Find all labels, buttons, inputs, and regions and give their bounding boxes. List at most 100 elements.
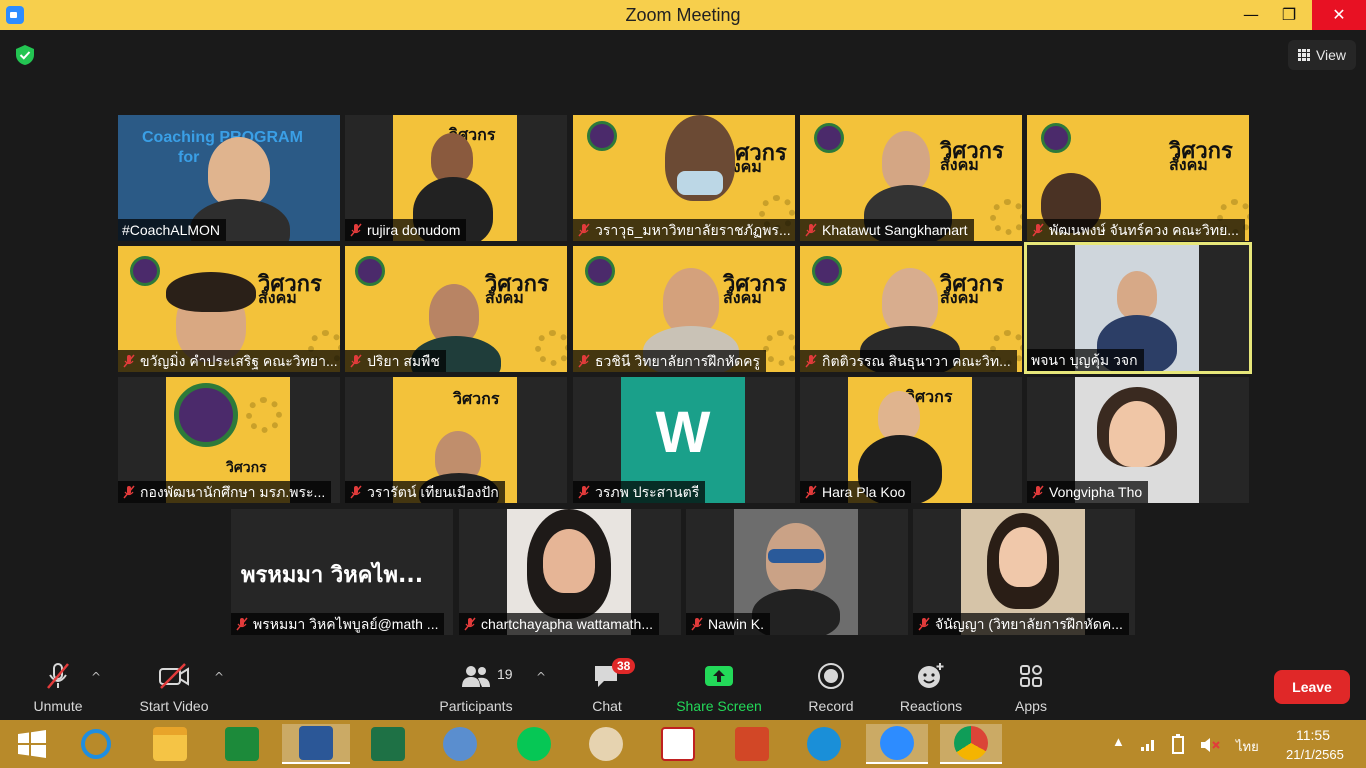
participants-options-caret-icon[interactable]: ^ — [536, 670, 546, 684]
participant-name: ปริยา สมพืช — [367, 353, 440, 369]
participant-name-bar: ขวัญมิ่ง คำประเสริฐ คณะวิทยา... — [118, 350, 340, 372]
participant-name-bar: วราวุธ_มหาวิทยาลัยราชภัฏพร... — [573, 219, 795, 241]
mic-muted-icon — [123, 354, 135, 368]
windows-taskbar: ▲ ไทย 11:55 21/1/2565 — [0, 720, 1366, 768]
show-hidden-icons-chevron-icon[interactable]: ▲ — [1112, 734, 1125, 749]
participant-name: chartchayapha wattamath... — [481, 616, 653, 632]
participant-face — [878, 391, 920, 441]
unmute-button[interactable]: Unmute — [26, 658, 90, 720]
video-gallery: View Coaching PROGRAM for #CoachALMON วิ… — [0, 30, 1366, 658]
participant-display-name: พรหมมา วิหคไพ... — [241, 563, 424, 588]
video-tile[interactable]: chartchayapha wattamath... — [459, 509, 681, 635]
participant-name-bar: chartchayapha wattamath... — [459, 613, 659, 635]
video-tile[interactable]: วิศวกร สังคม กิตติวรรณ สินธุนาวา คณะวิท.… — [800, 246, 1022, 372]
sunglasses — [768, 549, 824, 563]
clock-date[interactable]: 21/1/2565 — [1286, 747, 1344, 762]
reactions-button[interactable]: Reactions — [894, 658, 968, 720]
powerpoint-icon — [735, 727, 769, 761]
mic-muted-icon — [350, 354, 362, 368]
video-tile[interactable]: พรหมมา วิหคไพ... พรหมมา วิหคไพบูลย์@math… — [231, 509, 453, 635]
audio-options-caret-icon[interactable]: ^ — [91, 670, 101, 684]
view-button[interactable]: View — [1288, 40, 1356, 70]
taskbar-line[interactable] — [506, 724, 562, 764]
mic-muted-icon — [805, 354, 817, 368]
taskbar-word[interactable] — [282, 724, 350, 764]
university-logo — [130, 256, 160, 286]
participant-face — [882, 131, 930, 191]
video-tile[interactable]: วิศวกร สังคม ธวชินี วิทยาลัยการฝึกหัดครู — [573, 246, 795, 372]
clock-time[interactable]: 11:55 — [1296, 727, 1330, 743]
apps-button[interactable]: Apps — [1008, 658, 1054, 720]
participant-name: กองพัฒนานักศึกษา มรภ.พระ... — [140, 484, 326, 500]
taskbar-zoom[interactable] — [866, 724, 928, 764]
window-title: Zoom Meeting — [625, 5, 741, 25]
record-button[interactable]: Record — [802, 658, 860, 720]
gear-decoration — [763, 330, 795, 366]
taskbar-math-input[interactable] — [432, 724, 488, 764]
participant-name-bar: ปริยา สมพืช — [345, 350, 446, 372]
start-button[interactable] — [4, 724, 60, 764]
taskbar-lisrel[interactable] — [650, 724, 706, 764]
participant-name: Hara Pla Koo — [822, 484, 906, 500]
share-screen-button[interactable]: Share Screen — [672, 658, 766, 720]
video-tile[interactable]: W วรภพ ประสานตรี — [573, 377, 795, 503]
mic-muted-icon — [123, 485, 135, 499]
participant-name: #CoachALMON — [122, 222, 221, 238]
university-seal — [174, 383, 238, 447]
participant-name-bar: rujira donudom — [345, 219, 467, 241]
video-tile[interactable]: จันัญญา (วิทยาลัยการฝึกหัดค... — [913, 509, 1135, 635]
video-tile[interactable]: วิศวกร สังคม วราวุธ_มหาวิทยาลัยราชภัฏพร.… — [573, 115, 795, 241]
taskbar-internet-explorer[interactable] — [68, 724, 124, 764]
video-tile[interactable]: วิศวกร กองพัฒนานักศึกษา มรภ.พระ... — [118, 377, 340, 503]
mic-muted-icon — [47, 663, 69, 689]
maximize-button[interactable]: ❐ — [1266, 0, 1312, 30]
video-tile[interactable]: วิศวกร rujira donudom — [345, 115, 567, 241]
edge-icon — [807, 727, 841, 761]
security-shield-icon[interactable] — [14, 44, 36, 66]
share-screen-label: Share Screen — [676, 698, 762, 714]
video-tile[interactable]: วิศวกร สังคม ขวัญมิ่ง คำประเสริฐ คณะวิทย… — [118, 246, 340, 372]
video-tile[interactable]: Coaching PROGRAM for #CoachALMON — [118, 115, 340, 241]
share-screen-icon — [705, 666, 733, 686]
poster-text: สังคม — [485, 288, 524, 307]
taskbar-paint[interactable] — [578, 724, 634, 764]
mic-muted-icon — [464, 617, 476, 631]
participant-name-bar: กองพัฒนานักศึกษา มรภ.พระ... — [118, 481, 332, 503]
video-tile[interactable]: วิศวกร วรารัตน์ เทียนเมืองปัก — [345, 377, 567, 503]
unmute-label: Unmute — [33, 698, 83, 714]
taskbar-chrome[interactable] — [940, 724, 1002, 764]
video-tile[interactable]: Nawin K. — [686, 509, 908, 635]
start-video-label: Start Video — [139, 698, 209, 714]
speaker-muted-icon[interactable] — [1200, 736, 1220, 754]
participant-name: พัฒนพงษ์ จันทร์ควง คณะวิทย... — [1049, 222, 1239, 238]
participant-name-bar: ธวชินี วิทยาลัยการฝึกหัดครู — [573, 350, 767, 372]
folder-icon — [153, 727, 187, 761]
apps-icon — [1020, 665, 1042, 687]
taskbar-excel[interactable] — [360, 724, 416, 764]
taskbar-store[interactable] — [214, 724, 270, 764]
participant-hair — [166, 272, 256, 312]
video-tile[interactable]: วิศวกร สังคม ปริยา สมพืช — [345, 246, 567, 372]
participant-name-bar: กิตติวรรณ สินธุนาวา คณะวิท... — [800, 350, 1017, 372]
taskbar-file-explorer[interactable] — [142, 724, 198, 764]
start-video-button[interactable]: Start Video — [134, 658, 214, 720]
leave-meeting-button[interactable]: Leave — [1274, 670, 1350, 704]
view-label: View — [1315, 47, 1347, 63]
participant-name-bar: พจนา บุญคุ้ม วจก — [1027, 349, 1144, 371]
network-signal-icon[interactable] — [1140, 736, 1158, 752]
battery-icon[interactable] — [1170, 734, 1186, 754]
active-speaker-tile[interactable]: พจนา บุญคุ้ม วจก — [1024, 242, 1252, 374]
video-options-caret-icon[interactable]: ^ — [214, 670, 224, 684]
input-language[interactable]: ไทย — [1236, 736, 1259, 757]
video-tile[interactable]: วิศวกร สังคม พัฒนพงษ์ จันทร์ควง คณะวิทย.… — [1027, 115, 1249, 241]
video-tile[interactable]: วิศวกร Hara Pla Koo — [800, 377, 1022, 503]
video-tile[interactable]: Vongvipha Tho — [1027, 377, 1249, 503]
participant-name: Vongvipha Tho — [1049, 484, 1143, 500]
close-button[interactable]: ✕ — [1312, 0, 1366, 30]
taskbar-edge[interactable] — [796, 724, 852, 764]
video-tile[interactable]: วิศวกร สังคม Khatawut Sangkhamart — [800, 115, 1022, 241]
participant-name-bar: พรหมมา วิหคไพบูลย์@math ... — [231, 613, 445, 635]
taskbar-powerpoint[interactable] — [724, 724, 780, 764]
participants-label: Participants — [439, 698, 513, 714]
university-logo — [355, 256, 385, 286]
